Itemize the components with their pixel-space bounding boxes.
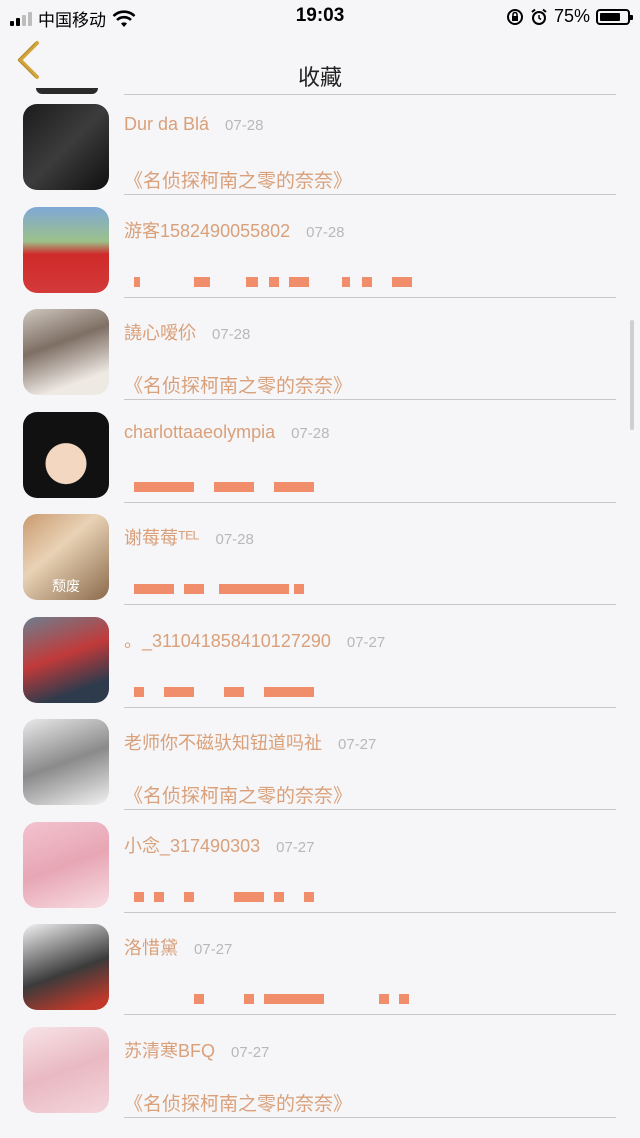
user-name-text: 游客1582490055802: [124, 220, 291, 241]
item-date: 07-28: [225, 117, 264, 134]
redacted-text: [124, 878, 424, 902]
avatar[interactable]: [23, 104, 109, 190]
story-title[interactable]: 《名侦探柯南之零的奈奈》: [124, 371, 352, 398]
user-name[interactable]: 。_311041858410127290 07-27: [124, 627, 385, 653]
user-name[interactable]: 老师你不磁驮知钮道吗祉 07-27: [124, 729, 376, 755]
user-name-text: 苏清寒BFQ: [124, 1040, 216, 1061]
list-item[interactable]: 颓废 谢莓莓ᵀᴱᴸ 07-28: [0, 506, 640, 608]
avatar[interactable]: [23, 924, 109, 1010]
story-title[interactable]: 《名侦探柯南之零的奈奈》: [124, 166, 352, 193]
list-item[interactable]: 小念_317490303 07-27: [0, 814, 640, 916]
row-divider: [124, 706, 616, 708]
row-divider: [124, 94, 616, 95]
user-name[interactable]: 谢莓莓ᵀᴱᴸ 07-28: [124, 524, 254, 550]
row-divider: [124, 194, 616, 195]
user-name[interactable]: 游客1582490055802 07-28: [124, 217, 345, 243]
user-name[interactable]: 苏清寒BFQ 07-27: [124, 1037, 269, 1063]
avatar-label: 颓废: [52, 578, 80, 594]
nav-bar: 收藏: [0, 32, 640, 90]
status-bar: 中国移动 19:03 75%: [0, 0, 640, 32]
user-name[interactable]: charlottaaeolympia 07-28: [124, 422, 329, 443]
user-name-text: 洛惜黛: [124, 938, 178, 958]
item-date: 07-28: [215, 531, 254, 548]
row-divider: [124, 604, 616, 605]
list-item[interactable]: 老师你不磁驮知钮道吗祉 07-27 《名侦探柯南之零的奈奈》: [0, 711, 640, 813]
rotation-lock-icon: [506, 8, 523, 25]
row-divider: [124, 296, 616, 298]
row-divider: [124, 809, 616, 810]
avatar[interactable]: [23, 411, 109, 498]
row-divider: [124, 1116, 616, 1118]
user-name-text: 小念_317490303: [124, 835, 261, 856]
item-date: 07-27: [276, 838, 315, 856]
list-item[interactable]: 游客1582490055802 07-28: [0, 199, 640, 301]
story-title[interactable]: 《名侦探柯南之零的奈奈》: [124, 1089, 352, 1116]
user-name-text: 。_311041858410127290: [124, 630, 331, 651]
avatar[interactable]: [23, 1026, 109, 1113]
list-item[interactable]: 洛惜黛 07-27: [0, 916, 640, 1018]
user-name-text: 谢莓莓ᵀᴱᴸ: [124, 528, 200, 548]
battery-percent: 75%: [553, 6, 590, 26]
user-name[interactable]: 譊心嗳伱 07-28: [124, 319, 250, 345]
user-name[interactable]: 小念_317490303 07-27: [124, 832, 314, 858]
list-item[interactable]: 譊心嗳伱 07-28 《名侦探柯南之零的奈奈》: [0, 301, 640, 403]
user-name-text: 譊心嗳伱: [124, 323, 196, 343]
item-date: 07-27: [194, 941, 233, 958]
row-divider: [124, 399, 616, 400]
status-right: 75%: [506, 6, 633, 27]
user-name-text: 老师你不磁驮知钮道吗祉: [124, 733, 322, 753]
item-date: 07-28: [291, 424, 330, 442]
avatar[interactable]: [23, 206, 109, 293]
list-item[interactable]: 。_311041858410127290 07-27: [0, 609, 640, 711]
battery-icon: [596, 8, 633, 25]
item-date: 07-27: [338, 736, 377, 753]
item-date: 07-27: [231, 1043, 270, 1061]
redacted-text: [124, 468, 424, 492]
alarm-icon: [531, 8, 547, 25]
avatar: [36, 88, 98, 94]
item-date: 07-27: [346, 633, 386, 651]
row-divider: [124, 501, 616, 503]
list-item[interactable]: Dur da Blá 07-28 《名侦探柯南之零的奈奈》: [0, 96, 640, 198]
avatar[interactable]: 颓废: [23, 514, 109, 600]
redacted-text: [124, 673, 424, 697]
list-item[interactable]: 苏清寒BFQ 07-27 《名侦探柯南之零的奈奈》: [0, 1019, 640, 1121]
list-item[interactable]: charlottaaeolympia 07-28: [0, 404, 640, 506]
redacted-text: [124, 570, 424, 594]
user-name[interactable]: 洛惜黛 07-27: [124, 934, 232, 960]
user-name[interactable]: Dur da Blá 07-28: [124, 114, 263, 135]
avatar[interactable]: [23, 719, 109, 805]
row-divider: [124, 1014, 616, 1015]
row-divider: [124, 911, 616, 913]
item-date: 07-28: [212, 326, 251, 343]
list-item-partial: [0, 88, 640, 96]
avatar[interactable]: [23, 309, 109, 395]
item-date: 07-28: [306, 223, 345, 241]
user-name-text: Dur da Blá: [124, 114, 210, 134]
redacted-text: [124, 980, 424, 1004]
redacted-text: [124, 263, 424, 287]
story-title[interactable]: 《名侦探柯南之零的奈奈》: [124, 781, 352, 808]
avatar[interactable]: [23, 616, 109, 703]
user-name-text: charlottaaeolympia: [124, 421, 276, 442]
avatar[interactable]: [23, 821, 109, 908]
scroll-indicator: [630, 320, 634, 430]
